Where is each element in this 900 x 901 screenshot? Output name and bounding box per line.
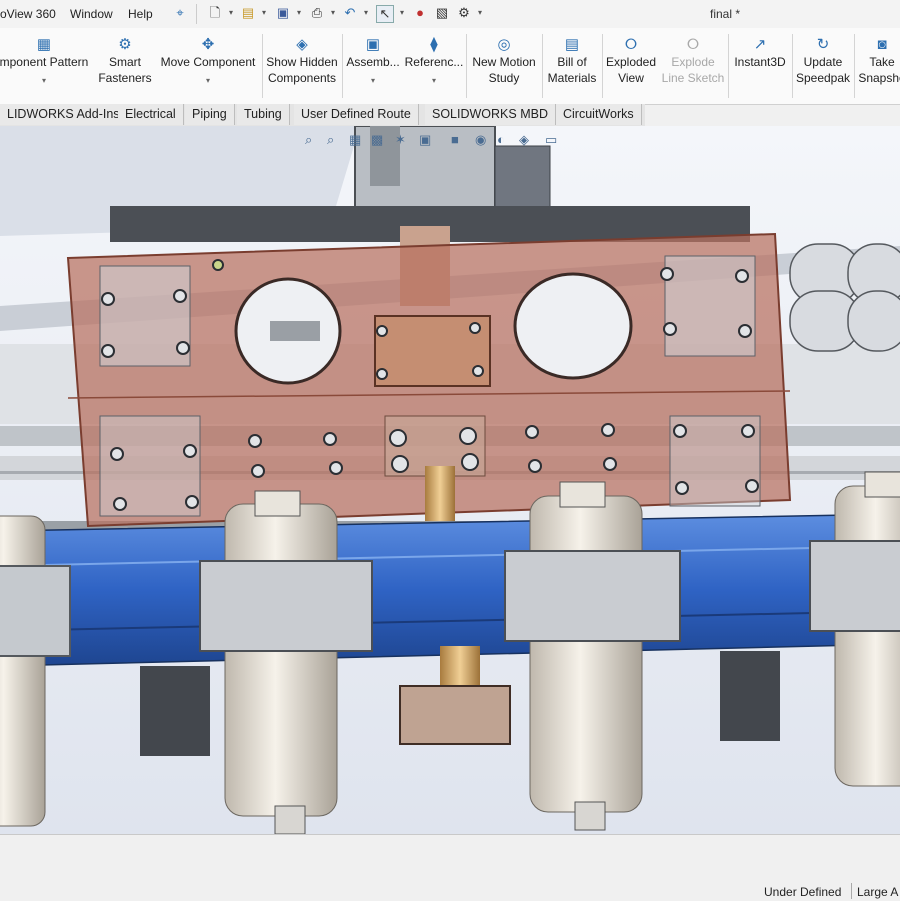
separator <box>466 34 467 98</box>
take-snapshot-button[interactable]: ◙ Take Snapsho <box>856 28 900 104</box>
separator <box>542 34 543 98</box>
select-cursor-icon[interactable]: ↖ <box>376 5 394 23</box>
move-component-icon: ✥ <box>201 36 215 53</box>
update-speedpak-icon: ↻ <box>816 36 830 53</box>
status-under-defined: Under Defined <box>764 885 842 899</box>
previous-view-icon[interactable]: ▦ <box>349 132 361 148</box>
explode-line-sketch-icon: ⭘ <box>686 36 699 53</box>
file-properties-icon[interactable]: ▧ <box>434 5 450 21</box>
blue-beam <box>0 513 900 667</box>
component-pattern-icon: ▦ <box>36 36 52 53</box>
status-bar: Under Defined Large A <box>0 834 900 901</box>
graphics-area[interactable]: ⌕ ⌕ ▦ ▩ ✶ ▣ ■ ◉ ◐ ◈ ▭ <box>0 126 900 834</box>
instant3d-icon: ↗ <box>753 36 767 53</box>
zoom-to-area-icon[interactable]: ⌕ <box>327 132 334 148</box>
tab-tubing[interactable]: Tubing <box>237 104 290 125</box>
view-settings-icon[interactable]: ▭ <box>545 132 557 148</box>
appearance-icon[interactable]: ◐ <box>497 132 505 147</box>
menu-help[interactable]: Help <box>128 7 153 21</box>
menu-photoview[interactable]: oView 360 <box>0 7 56 21</box>
linear-component-pattern-button[interactable]: ▦ mponent Pattern ▾ <box>0 28 98 104</box>
pin-icon[interactable]: ⌖ <box>172 5 188 21</box>
new-motion-study-button[interactable]: ◎ New Motion Study <box>468 28 540 104</box>
smart-fasteners-button[interactable]: ⚙ Smart Fasteners <box>98 28 152 104</box>
chevron-down-icon[interactable]: ▾ <box>404 76 464 86</box>
toolbar-separator <box>196 4 197 24</box>
new-dropdown-icon[interactable]: ▾ <box>227 5 235 21</box>
exploded-view-button[interactable]: ⭘ Exploded View <box>604 28 658 104</box>
separator <box>262 34 263 98</box>
options-dropdown-icon[interactable]: ▾ <box>476 5 484 21</box>
rebuild-traffic-light-icon[interactable]: ● <box>412 5 428 21</box>
separator <box>602 34 603 98</box>
display-style-icon[interactable]: ■ <box>451 132 459 147</box>
exploded-view-icon: ⭘ <box>624 36 637 53</box>
assembly-features-button[interactable]: ▣ Assemb... ▾ <box>344 28 402 104</box>
scene-icon[interactable]: ◈ <box>519 132 529 148</box>
tab-user-defined-route[interactable]: User Defined Route <box>294 104 419 125</box>
print-dropdown-icon[interactable]: ▾ <box>329 5 337 21</box>
tab-electrical[interactable]: Electrical <box>118 104 184 125</box>
reference-geometry-icon: ⧫ <box>430 36 438 53</box>
separator <box>854 34 855 98</box>
camera-icon: ◙ <box>877 36 887 53</box>
select-dropdown-icon[interactable]: ▾ <box>398 5 406 21</box>
bill-of-materials-icon: ▤ <box>564 36 580 53</box>
tab-circuitworks[interactable]: CircuitWorks <box>556 104 642 125</box>
new-document-icon[interactable]: 🗋 <box>207 5 223 21</box>
separator <box>728 34 729 98</box>
view-orientation-icon[interactable]: ▣ <box>419 132 431 148</box>
reference-geometry-button[interactable]: ⧫ Referenc... ▾ <box>404 28 464 104</box>
separator <box>342 34 343 98</box>
tab-solidworks-mbd[interactable]: SOLIDWORKS MBD <box>425 104 556 125</box>
cable-chain <box>789 243 900 352</box>
update-speedpak-button[interactable]: ↻ Update Speedpak <box>794 28 852 104</box>
status-separator <box>851 883 852 899</box>
assembly-features-icon: ▣ <box>365 36 381 53</box>
document-title: final * <box>710 7 741 21</box>
move-component-button[interactable]: ✥ Move Component ▾ <box>156 28 260 104</box>
smart-fasteners-icon: ⚙ <box>118 36 132 53</box>
tab-piping[interactable]: Piping <box>185 104 235 125</box>
zoom-to-fit-icon[interactable]: ⌕ <box>305 132 312 148</box>
show-hidden-components-icon: ◈ <box>296 36 308 53</box>
undo-icon[interactable]: ↶ <box>342 5 358 21</box>
chevron-down-icon[interactable]: ▾ <box>344 76 402 86</box>
instant3d-button[interactable]: ↗ Instant3D <box>730 28 790 104</box>
chevron-down-icon[interactable]: ▾ <box>0 76 98 86</box>
bill-of-materials-button[interactable]: ▤ Bill of Materials <box>544 28 600 104</box>
command-manager-tabs: LIDWORKS Add-Ins Electrical Piping Tubin… <box>0 104 645 127</box>
assembly-model <box>0 126 900 834</box>
menu-window[interactable]: Window <box>70 7 113 21</box>
chevron-down-icon[interactable]: ▾ <box>156 76 260 86</box>
save-icon[interactable]: ▣ <box>275 5 291 21</box>
section-view-icon[interactable]: ▩ <box>371 132 383 148</box>
print-icon[interactable]: ⎙ <box>309 5 325 21</box>
options-gear-icon[interactable]: ⚙ <box>456 5 472 21</box>
save-dropdown-icon[interactable]: ▾ <box>295 5 303 21</box>
dynamic-annotation-icon[interactable]: ✶ <box>395 132 406 148</box>
hide-show-items-icon[interactable]: ◉ <box>475 132 486 148</box>
command-manager: ▦ mponent Pattern ▾ ⚙ Smart Fasteners ✥ … <box>0 28 900 105</box>
status-large-assembly: Large A <box>857 885 899 899</box>
motion-study-icon: ◎ <box>497 36 511 53</box>
menu-bar: oView 360 Window Help ⌖ 🗋 ▾ ▤ ▾ ▣ ▾ ⎙ ▾ … <box>0 0 900 29</box>
open-dropdown-icon[interactable]: ▾ <box>260 5 268 21</box>
show-hidden-components-button[interactable]: ◈ Show Hidden Components <box>264 28 340 104</box>
explode-line-sketch-button[interactable]: ⭘ Explode Line Sketch <box>660 28 726 104</box>
tab-solidworks-addins[interactable]: LIDWORKS Add-Ins <box>0 104 128 125</box>
separator <box>792 34 793 98</box>
open-folder-icon[interactable]: ▤ <box>240 5 256 21</box>
undo-dropdown-icon[interactable]: ▾ <box>362 5 370 21</box>
